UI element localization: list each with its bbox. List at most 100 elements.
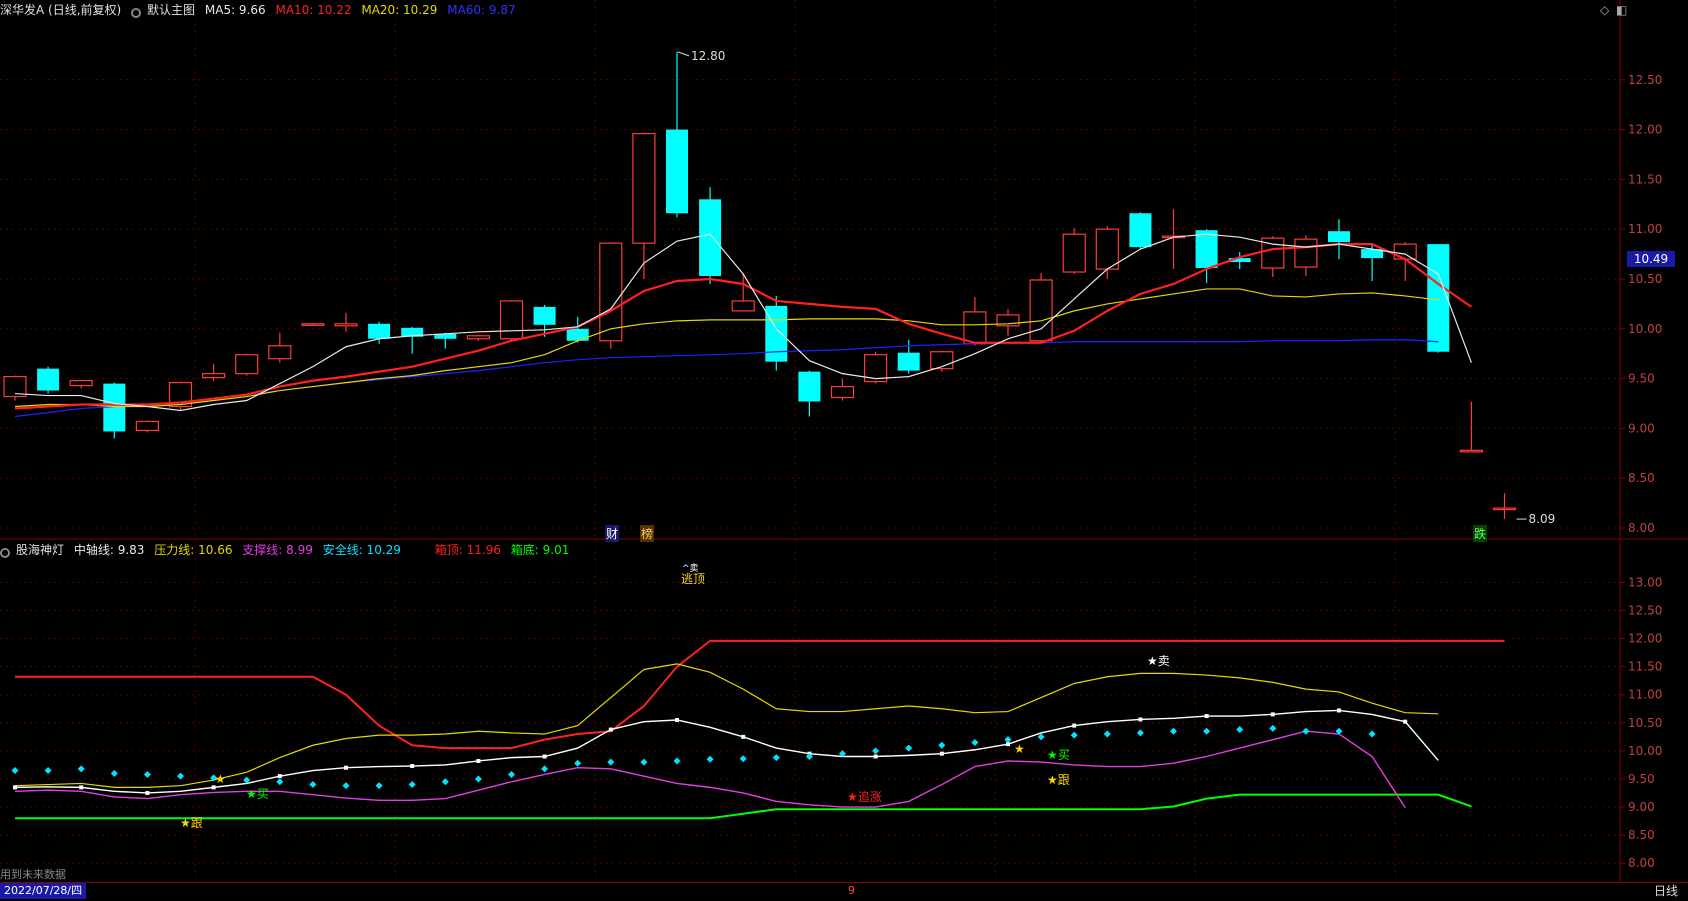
timeframe-label[interactable]: 日线 [1654,883,1678,899]
mid-axis-dot [13,785,17,790]
indicator-tick-label: 9.00 [1628,800,1655,814]
candle-body [1294,238,1318,268]
price-tick-label: 9.00 [1628,421,1655,435]
safe-line-dot [177,772,184,780]
bottom-axis-bar [0,882,1688,901]
safe-label: 安全线: 10.29 [322,543,401,557]
mid-axis-dot [1204,714,1209,719]
candle-body [202,373,226,379]
candle-body [963,311,987,345]
price-tick-label: 10.00 [1628,322,1662,336]
safe-line-dot [1203,727,1211,735]
indicator-settings-icon[interactable]: ● [0,548,10,558]
high-price-label: 12.80 [691,49,725,63]
candle-body [268,345,292,360]
pressure-line [14,663,1439,788]
safe-line-dot [1004,736,1012,744]
ma60-label: MA60: 9.87 [447,3,516,17]
box-top-line [15,639,1505,750]
candle-body [1129,213,1152,248]
follow-signal-2: ★跟 [1047,773,1070,787]
safe-line-dot [309,781,317,789]
main-chart-header: 深华发A (日线,前复权) ● 默认主图 MA5: 9.66 MA10: 10.2… [0,0,522,20]
mid-axis-dot [741,734,746,739]
support-label: 支撑线: 8.99 [242,543,313,557]
safe-line-dot [1070,731,1078,739]
candle-body [235,354,259,375]
mid-axis-dot [145,790,150,795]
mid-label: 中轴线: 9.83 [73,543,145,557]
safe-line-dot [1170,727,1177,735]
indicator-header: ● 股海神灯 中轴线: 9.83 压力线: 10.66 支撑线: 8.99 安全线… [0,540,575,560]
candle-body [466,335,490,340]
ranking-marker[interactable]: 榜 [640,525,655,542]
follow-signal-1: ★跟 [180,816,203,830]
candle-body [1328,231,1350,243]
mid-axis-dot [277,774,282,779]
price-tick-label: 10.50 [1628,272,1662,286]
candle-body [1492,507,1517,511]
low-price-label: 8.09 [1529,512,1556,526]
safe-line-dot [1302,727,1310,735]
ma20-label: MA20: 10.29 [361,3,438,17]
cursor-month-mark: 9 [848,884,855,897]
safe-line-dot [872,747,880,755]
indicator-tick-label: 10.00 [1628,744,1662,758]
safe-line-dot [640,758,648,766]
ma5-line [14,233,1472,412]
safe-line-dot [1103,730,1111,738]
candle-body [830,385,855,399]
indicator-tick-label: 8.00 [1628,856,1655,870]
box-top-label: 箱顶: 11.96 [434,543,501,557]
mid-axis-dot [1072,723,1077,728]
stock-title[interactable]: 深华发A (日线,前复权) [0,3,121,17]
candle-body [798,371,821,402]
candle-body [69,380,93,387]
safe-line-dot [143,770,151,778]
sell-signal: ★卖 [1147,654,1170,668]
price-tick-label: 12.50 [1628,73,1662,87]
finance-marker[interactable]: 财 [605,525,620,542]
star-marker-2: ★ [1014,742,1025,756]
mid-axis-dot [1138,717,1143,722]
candle-body [666,129,688,214]
price-tick-label: 11.50 [1628,172,1662,186]
safe-line-dot [11,767,19,775]
safe-line-dot [375,782,383,790]
chart-name[interactable]: 默认主图 [147,3,195,17]
escape-top-signal: 逃顶 [681,572,706,586]
safe-line-dot [44,767,52,775]
collapse-icon[interactable]: ◧ [1616,3,1627,17]
indicator-name[interactable]: 股海神灯 [16,543,64,557]
candle-body [765,305,788,362]
safe-line-dot [706,755,714,763]
candle-body [1393,243,1417,260]
candle-body [1427,244,1450,352]
buy-signal-2: ★买 [1047,748,1070,762]
safe-line-dot [541,765,549,773]
ma10-label: MA10: 10.22 [275,3,352,17]
candle-body [632,132,656,244]
stock-chart[interactable]: 12.50 12.00 11.50 11.00 10.50 10.00 9.50 9.00 8.… [0,0,1688,900]
indicator-tick-label: 12.50 [1628,604,1662,618]
drop-marker[interactable]: 跌 [1473,525,1488,542]
candle-body [566,328,589,341]
indicator-tick-label: 9.50 [1628,772,1655,786]
safe-line-dot [1136,729,1144,737]
candle-body [499,300,524,340]
settings-icon[interactable]: ● [131,8,142,18]
safe-line-dot [77,765,85,773]
safe-line-dot [1236,726,1244,734]
diamond-icon[interactable]: ◇ [1600,3,1609,17]
ma20-line [14,288,1439,408]
safe-line-dot [474,775,482,783]
safe-line-dot [971,738,979,746]
safe-line-dot [342,782,350,790]
indicator-tick-label: 11.00 [1628,688,1662,702]
candle-body [37,368,60,391]
ma5-label: MA5: 9.66 [204,3,266,17]
box-bottom-line [15,793,1472,820]
safe-line-dot [673,757,681,765]
candle-body [334,323,358,327]
mid-axis-dot [79,785,84,790]
